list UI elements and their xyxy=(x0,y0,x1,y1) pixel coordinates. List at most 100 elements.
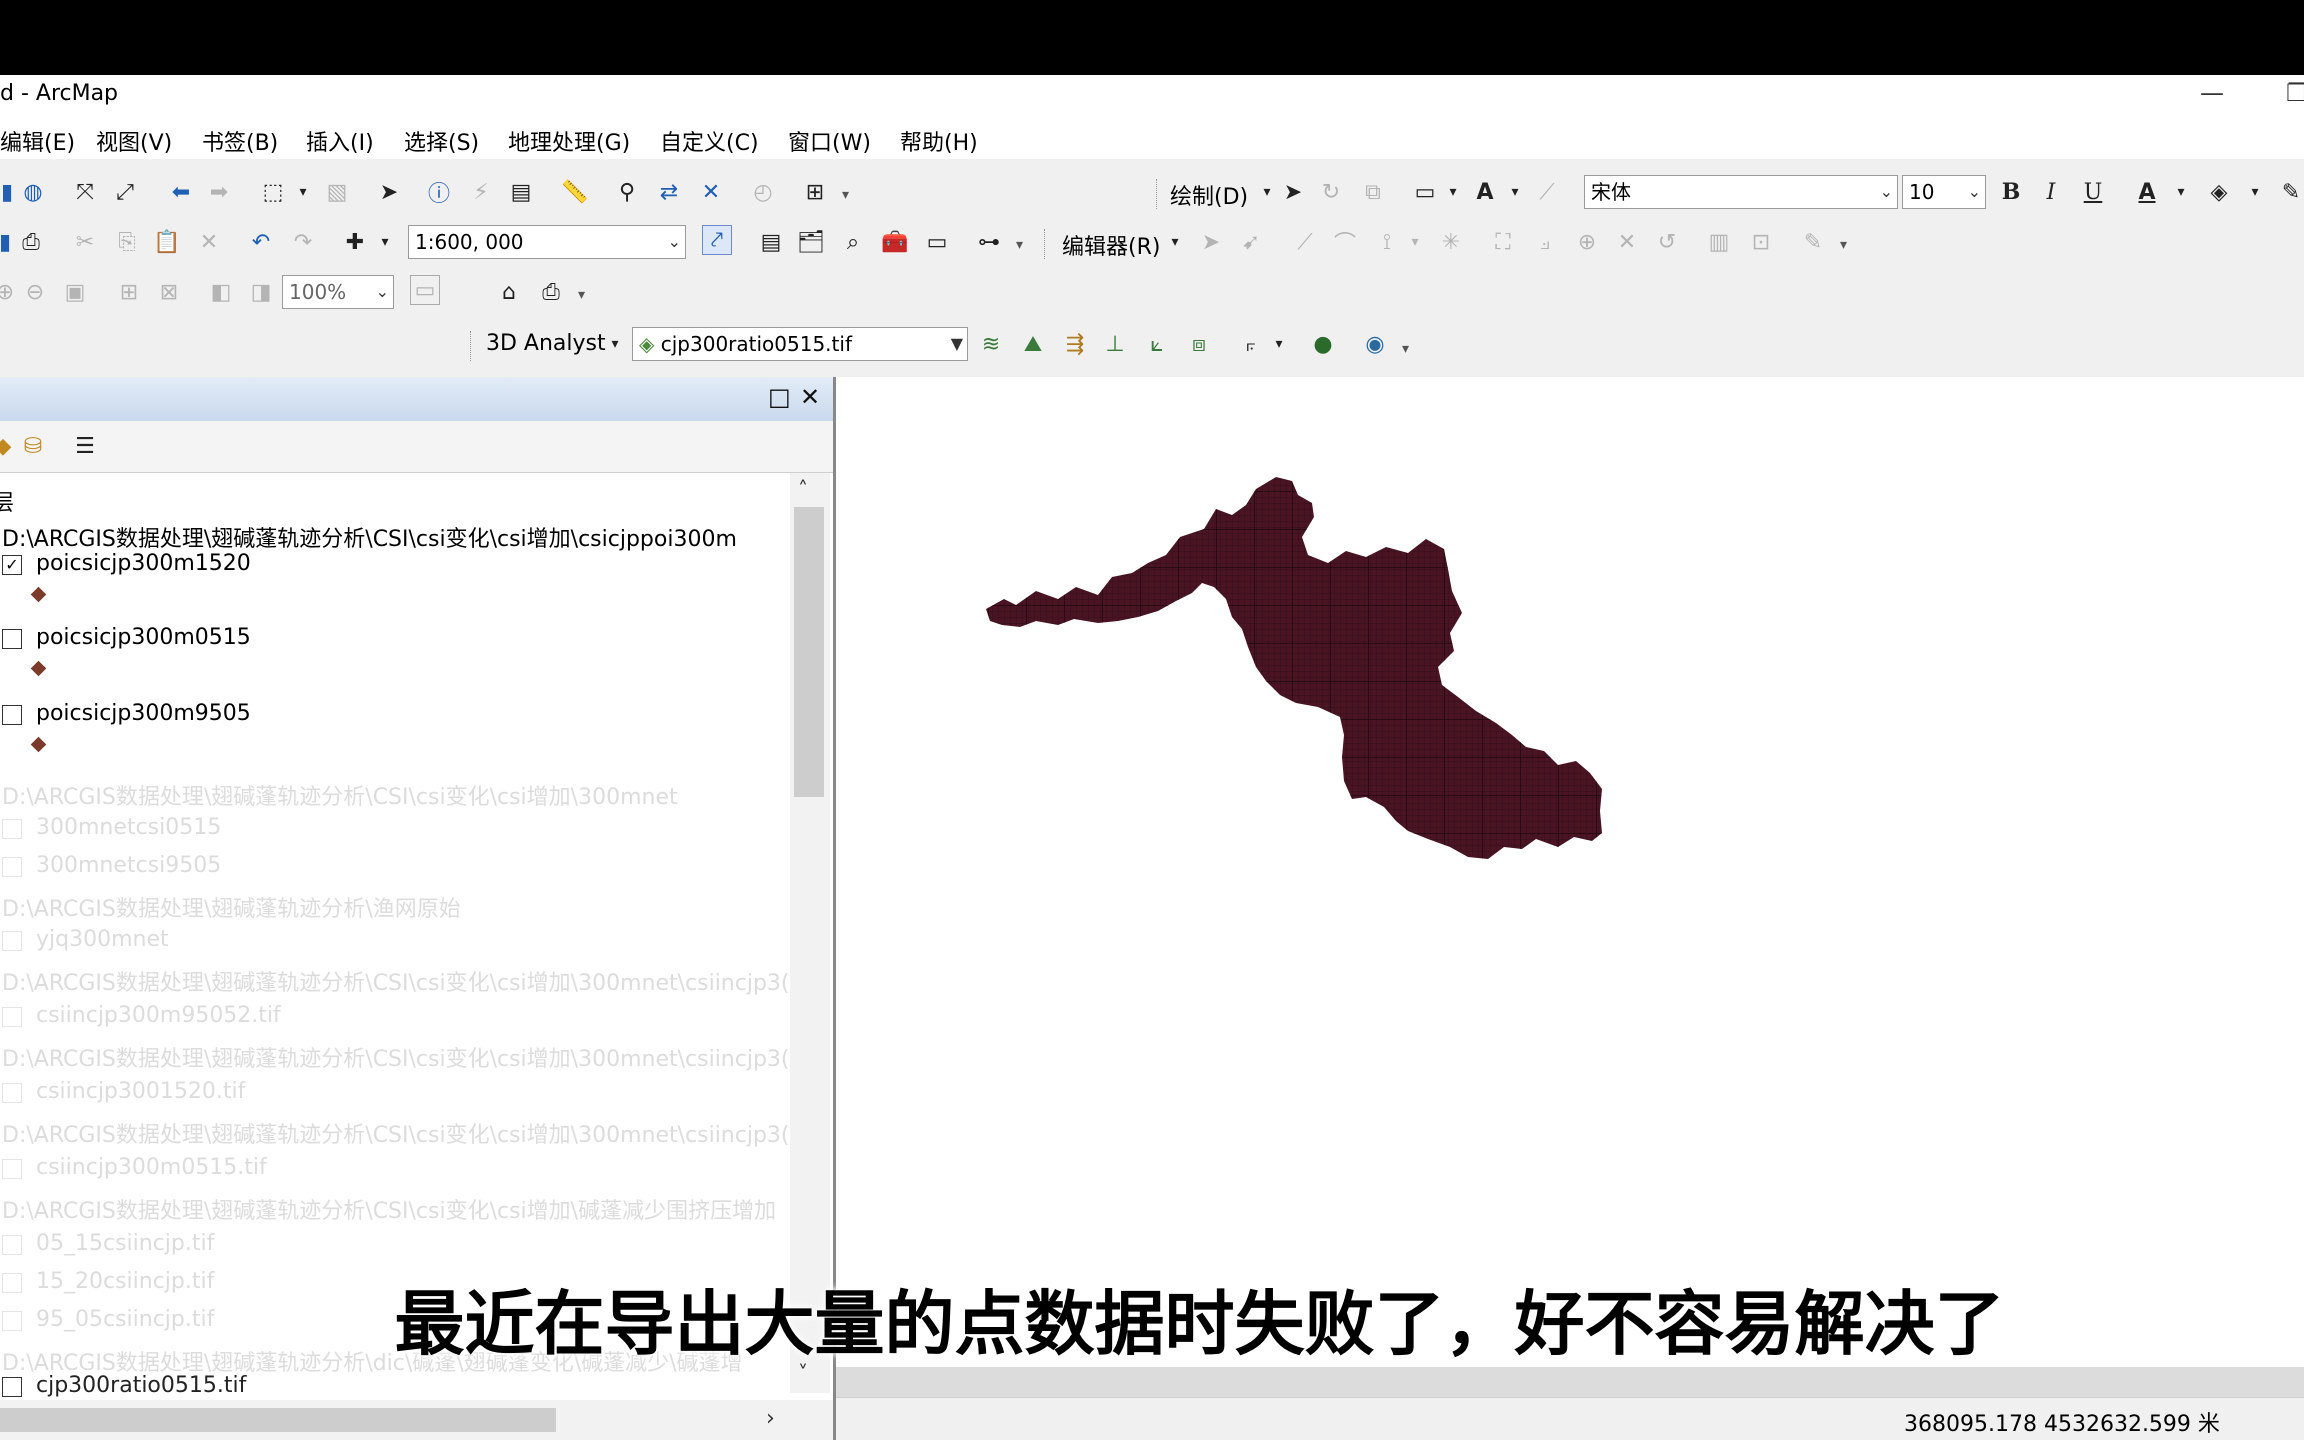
chevron-down-icon[interactable]: ▾ xyxy=(2166,177,2196,207)
cut-icon[interactable]: ✂ xyxy=(70,227,100,257)
underline-button[interactable]: U xyxy=(2078,177,2108,207)
cut-polygons-icon[interactable]: ⊕ xyxy=(1572,227,1602,257)
layer-visibility-checkbox[interactable] xyxy=(2,1007,22,1027)
zoom-out-fixed-icon[interactable]: ⤢ xyxy=(110,177,140,207)
rotate-icon[interactable]: ↺ xyxy=(1652,227,1682,257)
close-panel-button[interactable]: ✕ xyxy=(800,383,820,411)
scrollbar-thumb[interactable] xyxy=(0,1408,556,1432)
html-popup-icon[interactable]: ▤ xyxy=(506,177,536,207)
toc-group-path[interactable]: D:\ARCGIS数据处理\翅碱蓬轨迹分析\CSI\csi变化\csi增加\cs… xyxy=(2,521,737,553)
zoom-100-icon[interactable]: ⊠ xyxy=(154,277,184,307)
layer-name[interactable]: csiincjp3001520.tif xyxy=(36,1079,245,1104)
zoom-in-layout-icon[interactable]: ⊕ xyxy=(0,277,20,307)
toc-group-path[interactable]: D:\ARCGIS数据处理\翅碱蓬轨迹分析\CSI\csi变化\csi增加\30… xyxy=(2,1117,790,1149)
list-by-drawing-order-icon[interactable]: ◆ xyxy=(0,431,18,461)
print-icon[interactable]: ⎙ xyxy=(16,227,46,257)
edit-annotation-icon[interactable]: ➹ xyxy=(1236,227,1266,257)
zoom-in-fixed-icon[interactable]: ⤧ xyxy=(70,177,100,207)
measure-icon[interactable]: 📏 xyxy=(560,177,590,207)
menu-selection[interactable]: 选择(S) xyxy=(404,125,479,157)
edit-vertices-icon[interactable]: ⟋ xyxy=(1532,177,1562,207)
chevron-down-icon[interactable]: ▾ xyxy=(1264,329,1294,359)
select-elements-icon[interactable]: ➤ xyxy=(374,177,404,207)
menu-geoprocessing[interactable]: 地理处理(G) xyxy=(508,125,630,157)
toc-group-path[interactable]: D:\ARCGIS数据处理\翅碱蓬轨迹分析\渔网原始 xyxy=(2,891,461,923)
fill-color-icon[interactable]: ◈ xyxy=(2204,177,2234,207)
identify-icon[interactable]: ⓘ xyxy=(424,177,454,207)
focus-data-frame-icon[interactable]: ⌂ xyxy=(494,277,524,307)
toggle-draft-mode-icon[interactable]: ▭ xyxy=(410,275,440,305)
layer-visibility-checkbox[interactable] xyxy=(2,705,22,725)
change-layout-icon[interactable]: ⎙ xyxy=(536,277,566,307)
zoom-out-layout-icon[interactable]: ⊖ xyxy=(20,277,50,307)
toc-group-path[interactable]: D:\ARCGIS数据处理\翅碱蓬轨迹分析\CSI\csi变化\csi增加\30… xyxy=(2,779,678,811)
chevron-down-icon[interactable]: ▾ xyxy=(1400,227,1430,257)
sketch-properties-icon[interactable]: ⊡ xyxy=(1746,227,1776,257)
arctoolbox-icon[interactable]: 🧰 xyxy=(880,227,910,257)
globe-icon[interactable]: ◍ xyxy=(18,177,48,207)
chevron-down-icon[interactable]: ▾ xyxy=(600,329,630,359)
scrollbar-thumb[interactable] xyxy=(794,507,824,797)
layer-name[interactable]: csiincjp300m0515.tif xyxy=(36,1155,267,1180)
toolbar-options-icon[interactable]: ▾ xyxy=(1402,341,1414,371)
python-window-icon[interactable]: ▭ xyxy=(922,227,952,257)
arcscene-icon[interactable]: ● xyxy=(1308,329,1338,359)
draw-menu[interactable]: 绘制(D) xyxy=(1170,179,1248,211)
scroll-right-icon[interactable]: › xyxy=(766,1406,775,1431)
menu-view[interactable]: 视图(V) xyxy=(96,125,172,157)
minimize-button[interactable]: — xyxy=(2200,79,2224,107)
paste-icon[interactable]: 📋 xyxy=(152,227,182,257)
zoom-to-selected-elements-icon[interactable]: ⧉ xyxy=(1358,177,1388,207)
line-color-icon[interactable]: ✎ xyxy=(2276,177,2304,207)
menu-customize[interactable]: 自定义(C) xyxy=(660,125,759,157)
split-tool-icon[interactable]: ✕ xyxy=(1612,227,1642,257)
forward-extent-icon[interactable]: ➡ xyxy=(204,177,234,207)
trace-icon[interactable]: ⟟ xyxy=(1372,227,1402,257)
layer-visibility-checkbox[interactable] xyxy=(2,1235,22,1255)
3d-analyst-menu[interactable]: 3D Analyst xyxy=(486,331,606,356)
steepest-path-icon[interactable]: ⛰ xyxy=(1018,329,1048,359)
delete-icon[interactable]: ✕ xyxy=(194,227,224,257)
layer-name[interactable]: cjp300ratio0515.tif xyxy=(36,1373,246,1398)
maximize-button[interactable]: ❐ xyxy=(2286,79,2304,107)
select-features-icon[interactable]: ⬚ xyxy=(258,177,288,207)
create-features-icon[interactable]: ✎ xyxy=(1798,227,1828,257)
layer-name[interactable]: poicsicjp300m0515 xyxy=(36,625,251,650)
menu-windows[interactable]: 窗口(W) xyxy=(788,125,871,157)
chevron-down-icon[interactable]: ▾ xyxy=(370,227,400,257)
interpolate-point-icon[interactable]: ⊥ xyxy=(1100,329,1130,359)
options-icon[interactable]: ☰ xyxy=(70,431,100,461)
point-icon[interactable]: ✳ xyxy=(1436,227,1466,257)
menu-insert[interactable]: 插入(I) xyxy=(306,125,374,157)
layer-visibility-checkbox[interactable] xyxy=(2,931,22,951)
layer-name[interactable]: 300mnetcsi0515 xyxy=(36,815,221,840)
menu-edit[interactable]: 编辑(E) xyxy=(0,125,75,157)
toolbar-options-icon[interactable]: ▾ xyxy=(1016,237,1028,267)
map-display[interactable] xyxy=(836,377,2304,1367)
find-icon[interactable]: ⚲ xyxy=(612,177,642,207)
forward-extent-icon[interactable]: ◨ xyxy=(246,277,276,307)
pan-layout-icon[interactable]: ▣ xyxy=(60,277,90,307)
arcglobe-icon[interactable]: ◉ xyxy=(1360,329,1390,359)
contour-icon[interactable]: ≋ xyxy=(976,329,1006,359)
3d-analyst-layer-select[interactable]: ◈ cjp300ratio0515.tif ▼ xyxy=(632,327,968,361)
chevron-down-icon[interactable]: ▾ xyxy=(1160,227,1190,257)
layer-visibility-checkbox[interactable] xyxy=(2,1159,22,1179)
italic-button[interactable]: I xyxy=(2036,177,2066,207)
table-of-contents-icon[interactable]: ▤ xyxy=(756,227,786,257)
end-point-arc-icon[interactable]: ⌒ xyxy=(1330,227,1360,257)
search-window-icon[interactable]: ⌕ xyxy=(838,227,868,257)
chevron-down-icon[interactable]: ▾ xyxy=(288,177,318,207)
catalog-icon[interactable]: 🗂 xyxy=(796,227,826,257)
map-horizontal-scrollbar[interactable] xyxy=(836,1367,2304,1397)
toc-group-path[interactable]: D:\ARCGIS数据处理\翅碱蓬轨迹分析\CSI\csi变化\csi增加\30… xyxy=(2,1041,790,1073)
hyperlink-icon[interactable]: ⚡ xyxy=(466,177,496,207)
create-viewer-window-icon[interactable]: ⊞ xyxy=(800,177,830,207)
float-panel-button[interactable]: □ xyxy=(768,383,791,411)
toc-group-path[interactable]: D:\ARCGIS数据处理\翅碱蓬轨迹分析\CSI\csi变化\csi增加\30… xyxy=(2,965,790,997)
rectangle-icon[interactable]: ▭ xyxy=(1410,177,1440,207)
find-route-icon[interactable]: ⇄ xyxy=(654,177,684,207)
chevron-down-icon[interactable]: ▾ xyxy=(1438,177,1468,207)
bold-button[interactable]: B xyxy=(1996,177,2026,207)
edit-tool-icon[interactable]: ➤ xyxy=(1196,227,1226,257)
